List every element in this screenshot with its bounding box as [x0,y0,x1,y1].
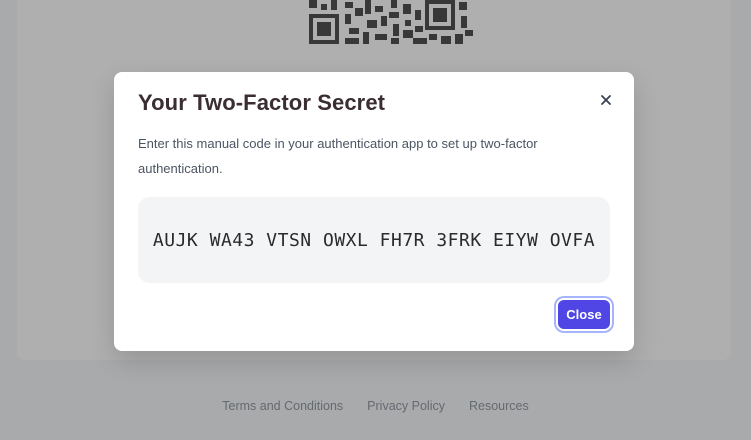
secret-code: AUJK WA43 VTSN OWXL FH7R 3FRK EIYW OVFA [152,229,596,251]
modal-title: Your Two-Factor Secret [138,90,386,115]
close-icon [601,95,611,105]
close-button[interactable]: Close [558,300,610,329]
close-icon-button[interactable] [598,92,614,108]
secret-code-box: AUJK WA43 VTSN OWXL FH7R 3FRK EIYW OVFA [138,197,610,283]
modal-description: Enter this manual code in your authentic… [138,136,538,176]
two-factor-secret-modal: Your Two-Factor Secret Enter this manual… [114,72,634,351]
